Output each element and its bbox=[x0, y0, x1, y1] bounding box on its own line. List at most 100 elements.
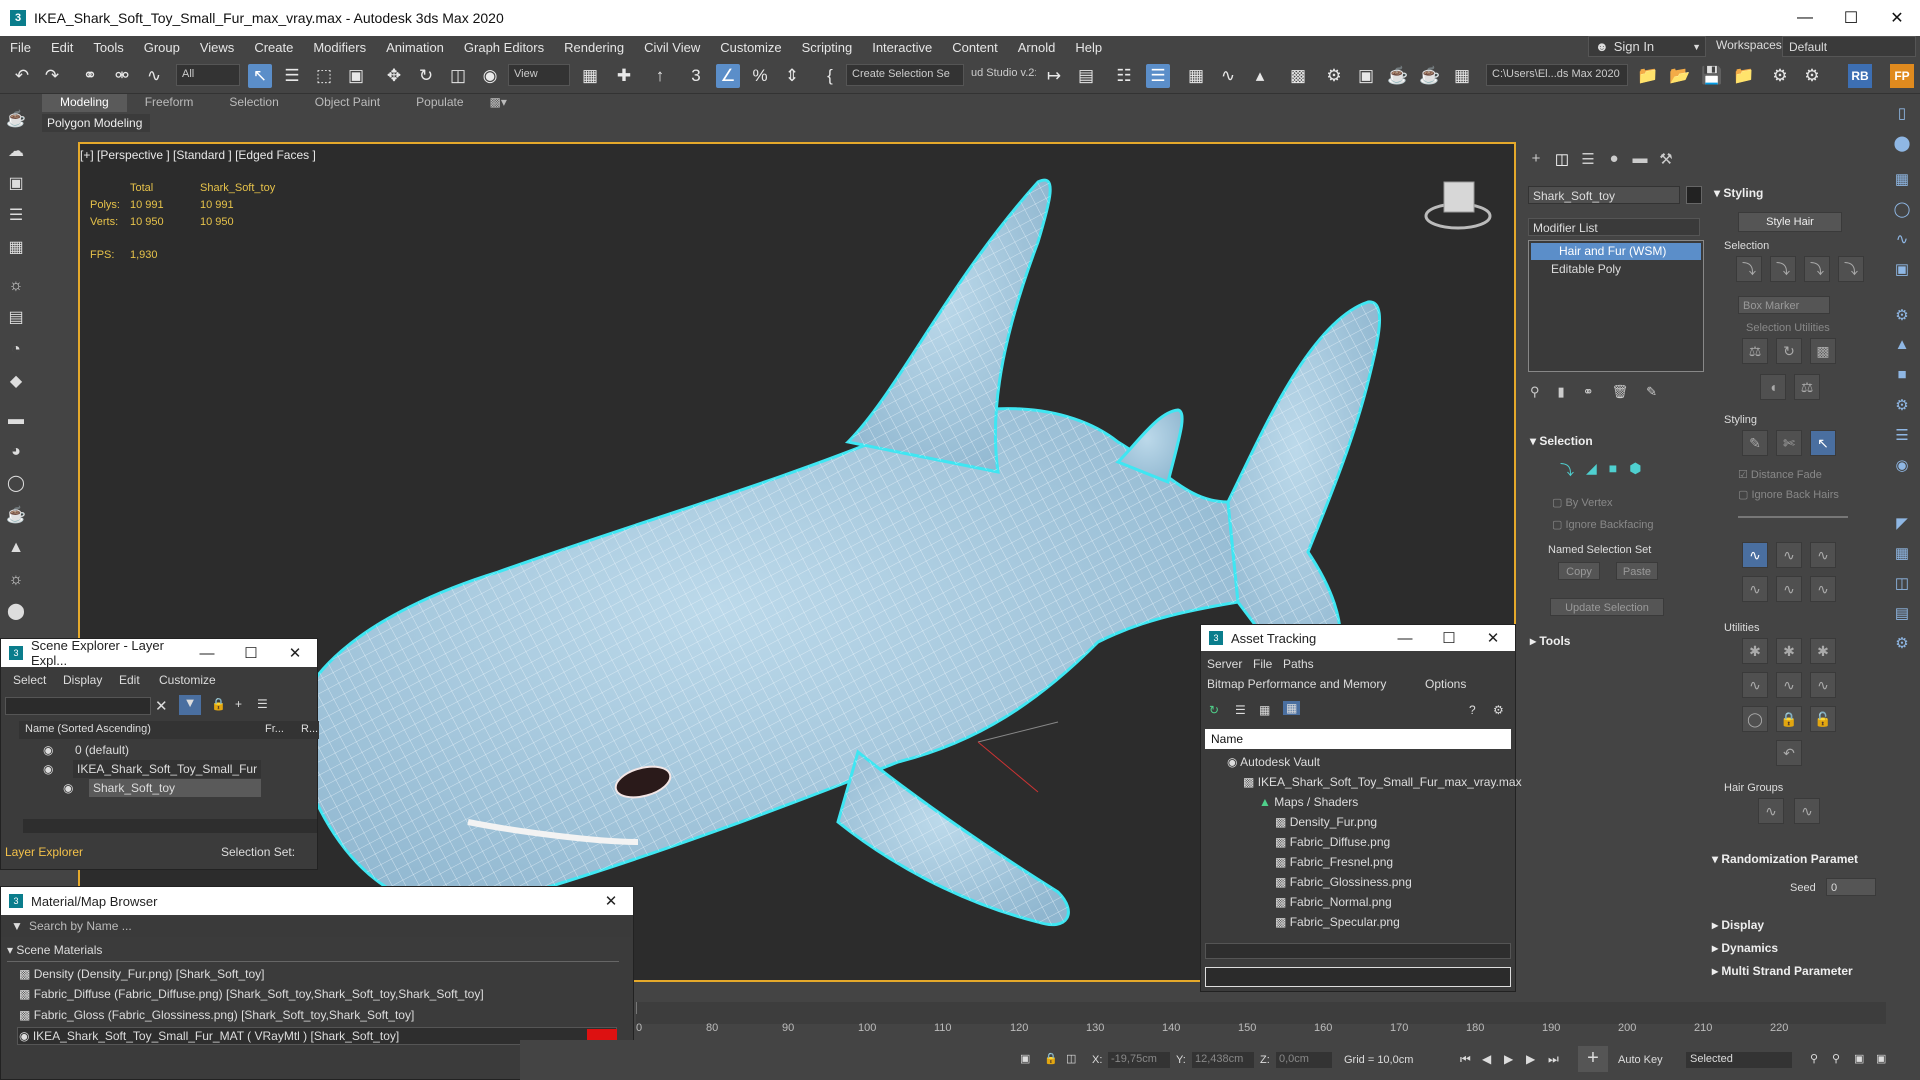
link-icon[interactable]: ⚭ bbox=[78, 64, 102, 88]
stack-item-hair-and-fur[interactable]: Hair and Fur (WSM) bbox=[1531, 243, 1701, 260]
at-row-diffuse[interactable]: ▩ Fabric_Diffuse.png bbox=[1275, 835, 1390, 849]
at-row-maxfile[interactable]: ▩ IKEA_Shark_Soft_Toy_Small_Fur_max_vray… bbox=[1243, 775, 1522, 789]
reset-rest-icon[interactable]: ∿ bbox=[1776, 672, 1802, 698]
paste-button[interactable]: Paste bbox=[1616, 562, 1658, 580]
motion-icon[interactable]: ◔ bbox=[4, 338, 28, 362]
tab-freeform[interactable]: Freeform bbox=[127, 94, 212, 112]
tab-modeling[interactable]: Modeling bbox=[42, 94, 127, 112]
hide-selected-icon[interactable]: ◖ bbox=[1760, 374, 1786, 400]
modifier-list-dropdown[interactable]: Modifier List bbox=[1528, 218, 1700, 236]
dynamics-rollout-title[interactable]: ▸ Dynamics bbox=[1712, 941, 1778, 955]
render-shortcut-icon[interactable]: ▦ bbox=[1450, 64, 1474, 88]
menu-customize[interactable]: Customize bbox=[710, 40, 791, 55]
go-to-end-icon[interactable]: ⏭ bbox=[1548, 1052, 1559, 1067]
at-path-field[interactable] bbox=[1205, 967, 1511, 987]
toggle-hair-icon[interactable]: ◯ bbox=[1742, 706, 1768, 732]
menu-rendering[interactable]: Rendering bbox=[554, 40, 634, 55]
at-row-vault[interactable]: ◉ Autodesk Vault bbox=[1227, 755, 1320, 769]
grid-view-icon[interactable]: ▦ bbox=[1283, 701, 1301, 715]
spinner-snap-icon[interactable]: ⇕ bbox=[780, 64, 804, 88]
mb-search-chevron-icon[interactable]: ▼ bbox=[11, 919, 23, 933]
polygon-level-icon[interactable]: ■ bbox=[1609, 460, 1617, 480]
open-folder-icon[interactable]: 📂 bbox=[1668, 64, 1692, 88]
place-icon[interactable]: ◉ bbox=[478, 64, 502, 88]
render-setup-icon[interactable]: ⚙ bbox=[1322, 64, 1346, 88]
save-folder-icon[interactable]: 💾 bbox=[1700, 64, 1724, 88]
polygon-modeling-panel[interactable]: Polygon Modeling bbox=[42, 114, 150, 132]
show-end-result-icon[interactable]: ▮ bbox=[1558, 384, 1565, 404]
project-path-dropdown[interactable]: C:\Users\El...ds Max 2020 bbox=[1486, 64, 1628, 86]
eye-icon[interactable]: ◉ bbox=[63, 781, 73, 795]
menu-tools[interactable]: Tools bbox=[83, 40, 133, 55]
render-iterative-icon[interactable]: ☕ bbox=[1418, 64, 1442, 88]
bind-space-warp-icon[interactable]: ∿ bbox=[142, 64, 166, 88]
se-hscrollbar[interactable] bbox=[23, 819, 317, 833]
set-key-icon[interactable]: + bbox=[1578, 1046, 1608, 1072]
merge-groups-icon[interactable]: ∿ bbox=[1794, 798, 1820, 824]
copy-button[interactable]: Copy bbox=[1558, 562, 1600, 580]
table-view-icon[interactable]: ▦ bbox=[1259, 703, 1270, 717]
se-clear-icon[interactable]: ✕ bbox=[155, 697, 168, 715]
material-mat-row[interactable]: ◉ IKEA_Shark_Soft_Toy_Small_Fur_MAT ( VR… bbox=[19, 1029, 399, 1043]
maximize-icon[interactable]: ☐ bbox=[229, 644, 273, 662]
modify-tab-icon[interactable]: ◫ bbox=[1552, 150, 1572, 170]
teapot-icon[interactable]: ☕ bbox=[4, 504, 28, 528]
distance-fade-checkbox[interactable]: ☑ Distance Fade bbox=[1738, 468, 1822, 481]
rotate-hair-icon[interactable]: ∿ bbox=[1776, 576, 1802, 602]
layers-icon[interactable]: ☰ bbox=[257, 697, 268, 711]
attenuate-icon[interactable]: ✱ bbox=[1742, 638, 1768, 664]
menu-help[interactable]: Help bbox=[1065, 40, 1112, 55]
absolute-mode-icon[interactable]: ◫ bbox=[1066, 1052, 1076, 1065]
translate-hair-icon[interactable]: ∿ bbox=[1742, 542, 1768, 568]
refresh-icon[interactable]: ↻ bbox=[1209, 703, 1219, 717]
object-row-shark[interactable]: Shark_Soft_toy bbox=[93, 781, 175, 795]
map-icon[interactable]: ▦ bbox=[1891, 544, 1913, 566]
menu-edit[interactable]: Edit bbox=[41, 40, 83, 55]
spline-icon[interactable]: ∿ bbox=[1891, 230, 1913, 252]
help-icon[interactable]: ? bbox=[1469, 703, 1476, 717]
menu-interactive[interactable]: Interactive bbox=[862, 40, 942, 55]
list-icon[interactable]: ☰ bbox=[4, 204, 28, 228]
layer-row-ikea-shark[interactable]: IKEA_Shark_Soft_Toy_Small_Fur bbox=[77, 762, 257, 776]
render-production-icon[interactable]: ☕ bbox=[1386, 64, 1410, 88]
undo-style-icon[interactable]: ↶ bbox=[1776, 740, 1802, 766]
scene-explorer-icon[interactable]: ☷ bbox=[1112, 64, 1136, 88]
material-browser-titlebar[interactable]: 3 Material/Map Browser ✕ bbox=[1, 887, 633, 915]
box-icon[interactable]: ▬ bbox=[4, 408, 28, 432]
display-tab-icon[interactable]: ▬ bbox=[1630, 150, 1650, 170]
ignore-backfacing-checkbox[interactable]: ▢ Ignore Backfacing bbox=[1552, 518, 1654, 531]
menu-group[interactable]: Group bbox=[134, 40, 190, 55]
stand-hair-icon[interactable]: ∿ bbox=[1776, 542, 1802, 568]
field-of-view-icon[interactable]: ▣ bbox=[1876, 1052, 1886, 1065]
project-folder-icon[interactable]: 📁 bbox=[1636, 64, 1660, 88]
se-col-name[interactable]: Name (Sorted Ascending) bbox=[25, 723, 151, 735]
asset-tracking-titlebar[interactable]: 3 Asset Tracking — ☐ ✕ bbox=[1201, 625, 1515, 651]
y-coordinate-field[interactable]: 12,438cm bbox=[1192, 1052, 1254, 1068]
show-hidden-icon[interactable]: ⚖ bbox=[1794, 374, 1820, 400]
z-coordinate-field[interactable]: 0,0cm bbox=[1276, 1052, 1332, 1068]
egg-icon[interactable]: ⬤ bbox=[4, 600, 28, 624]
folder-star-icon[interactable]: 📁 bbox=[1732, 64, 1756, 88]
rb-button[interactable]: RB bbox=[1848, 64, 1872, 88]
isolate-icon[interactable]: ▣ bbox=[1020, 1052, 1030, 1065]
close-icon[interactable]: ✕ bbox=[1874, 0, 1920, 36]
close-icon[interactable]: ✕ bbox=[589, 892, 633, 910]
next-frame-icon[interactable]: ▶ bbox=[1526, 1052, 1535, 1066]
key-filter-dropdown[interactable]: Selected bbox=[1686, 1052, 1792, 1068]
material-gloss-row[interactable]: ▩ Fabric_Gloss (Fabric_Glossiness.png) [… bbox=[19, 1008, 414, 1022]
keyboard-shortcut-icon[interactable]: ↑ bbox=[648, 64, 672, 88]
at-col-name[interactable]: Name bbox=[1211, 732, 1243, 746]
sign-in-button[interactable]: ☻ Sign In ▼ bbox=[1588, 36, 1706, 57]
sun-icon[interactable]: ☼ bbox=[4, 568, 28, 592]
at-menu-bitmap[interactable]: Bitmap Performance and Memory bbox=[1207, 677, 1386, 691]
create-icon[interactable]: ☕ bbox=[4, 108, 28, 132]
material-editor-icon[interactable]: ▩ bbox=[1286, 64, 1310, 88]
create-tab-icon[interactable]: + bbox=[1526, 150, 1546, 170]
toggle-collisions-icon[interactable]: ∿ bbox=[1810, 672, 1836, 698]
at-row-normal[interactable]: ▩ Fabric_Normal.png bbox=[1275, 895, 1392, 909]
at-row-density[interactable]: ▩ Density_Fur.png bbox=[1275, 815, 1377, 829]
utilities-tab-icon[interactable]: ⚒ bbox=[1656, 150, 1676, 170]
invert-selection-icon[interactable]: ⚖ bbox=[1742, 338, 1768, 364]
menu-scripting[interactable]: Scripting bbox=[792, 40, 863, 55]
timeline-ruler[interactable]: 0 80 90 100 110 120 130 140 150 160 170 … bbox=[636, 1002, 1886, 1034]
